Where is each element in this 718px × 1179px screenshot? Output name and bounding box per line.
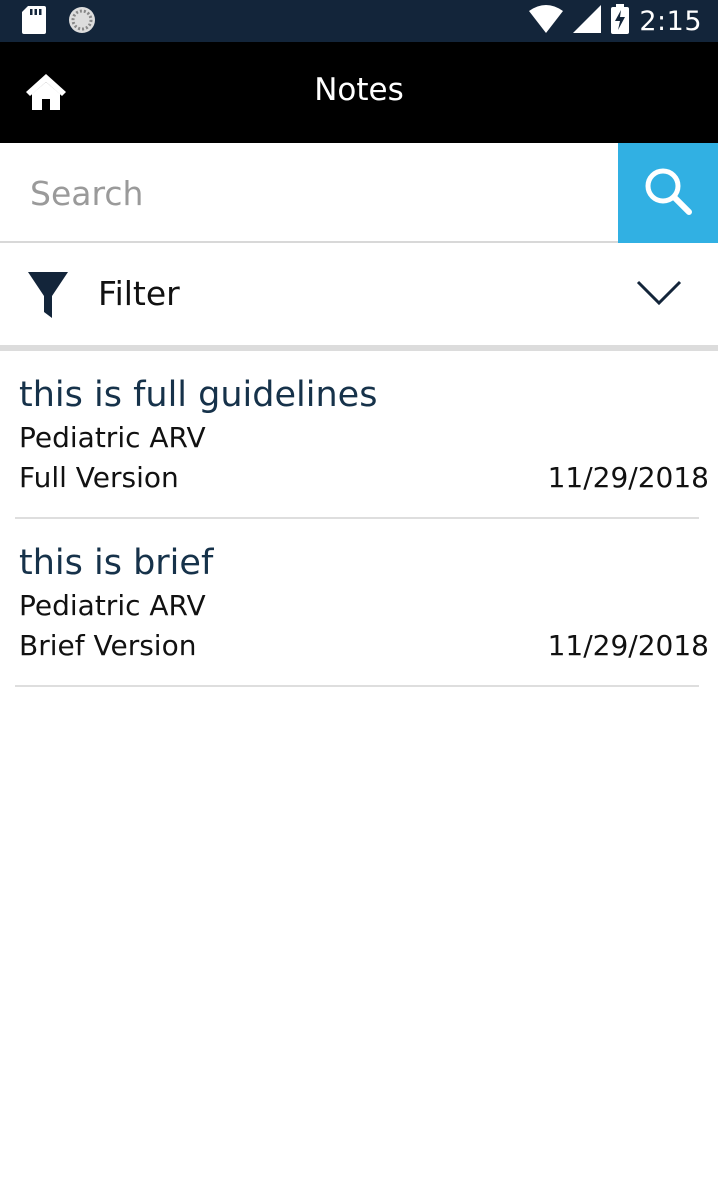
list-item[interactable]: this is brief Pediatric ARV Brief Versio… <box>15 519 709 687</box>
sync-icon <box>68 6 96 38</box>
search-button[interactable] <box>618 143 718 243</box>
funnel-icon <box>28 272 68 322</box>
battery-charging-icon <box>611 4 630 38</box>
filter-label: Filter <box>98 274 180 313</box>
note-title: this is full guidelines <box>19 375 378 415</box>
chevron-down-icon[interactable] <box>636 279 682 311</box>
status-time: 2:15 <box>639 5 702 37</box>
list-item[interactable]: this is full guidelines Pediatric ARV Fu… <box>15 351 709 519</box>
note-category: Pediatric ARV <box>19 589 206 622</box>
status-bar: 2:15 <box>0 0 718 42</box>
app-bar: Notes <box>0 42 718 143</box>
filter-dropdown[interactable]: Filter <box>0 245 718 345</box>
search-icon <box>643 166 693 220</box>
note-title: this is brief <box>19 543 214 583</box>
note-version: Full Version <box>19 461 179 494</box>
search-input[interactable] <box>0 143 618 243</box>
sd-card-icon <box>22 6 46 38</box>
page-title: Notes <box>314 72 404 108</box>
signal-icon <box>573 5 602 37</box>
note-version: Brief Version <box>19 629 197 662</box>
note-date: 11/29/2018 <box>547 629 709 662</box>
notes-list: this is full guidelines Pediatric ARV Fu… <box>0 351 718 687</box>
note-date: 11/29/2018 <box>547 461 709 494</box>
note-category: Pediatric ARV <box>19 421 206 454</box>
wifi-icon <box>529 5 564 37</box>
search-bar <box>0 143 718 243</box>
